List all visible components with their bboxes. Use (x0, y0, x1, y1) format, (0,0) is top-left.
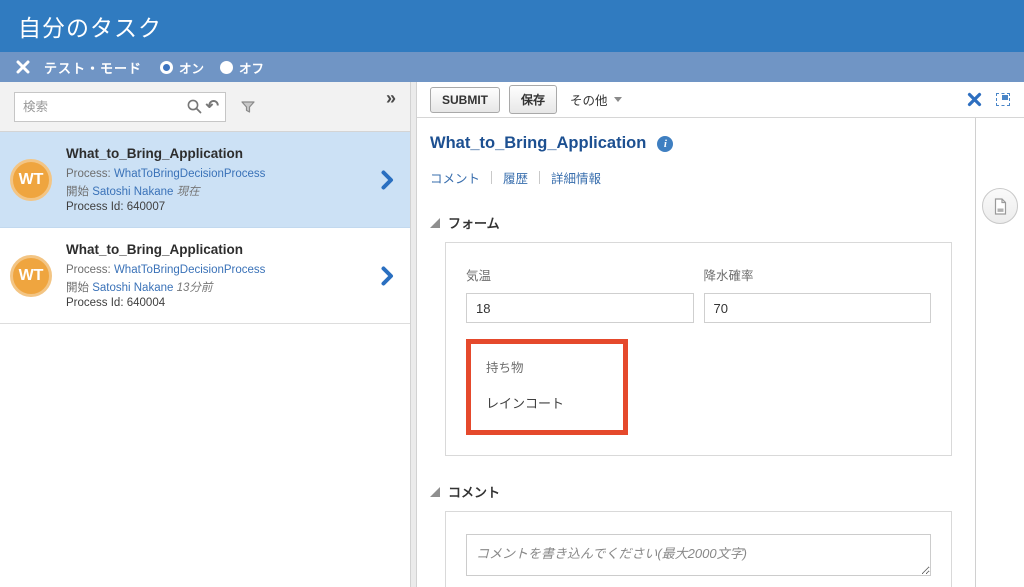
undo-icon[interactable]: ↶ (206, 99, 219, 115)
task-started-row: 開始 Satoshi Nakane 現在 (66, 183, 400, 199)
tab-history[interactable]: 履歴 (503, 168, 528, 187)
submit-button[interactable]: SUBMIT (430, 87, 500, 113)
process-link[interactable]: WhatToBringDecisionProcess (114, 168, 265, 180)
search-input[interactable] (23, 100, 182, 114)
other-menu-label: その他 (570, 90, 608, 109)
process-id-value: 640007 (127, 201, 165, 213)
task-title: What_to_Bring_Application (66, 242, 400, 257)
avatar: WT (10, 159, 52, 201)
comment-panel: @を使用して、コメントを電子メールで送信します: @assignees (担当者… (445, 511, 952, 587)
info-icon[interactable]: i (657, 136, 673, 152)
precipitation-input[interactable] (704, 293, 932, 323)
radio-off-icon[interactable] (220, 61, 233, 74)
task-process-id-row: Process Id: 640004 (66, 297, 400, 309)
task-process-row: Process: WhatToBringDecisionProcess (66, 264, 400, 276)
task-list-item[interactable]: WT What_to_Bring_Application Process: Wh… (0, 132, 410, 228)
process-label: Process: (66, 264, 111, 276)
open-task-chevron-icon[interactable] (381, 266, 394, 286)
task-title: What_to_Bring_Application (66, 146, 400, 161)
main-area: ↶ » WT What_to_Bring_Application Process… (0, 82, 1024, 587)
temperature-label: 気温 (466, 265, 694, 284)
open-task-chevron-icon[interactable] (381, 170, 394, 190)
tab-comments[interactable]: コメント (430, 168, 480, 187)
started-when: 現在 (177, 186, 200, 198)
task-detail-title: What_to_Bring_Application (430, 134, 646, 153)
task-detail-body: What_to_Bring_Application i コメント 履歴 詳細情報… (417, 118, 1024, 587)
form-fields-row: 気温 降水確率 (466, 265, 931, 323)
page-title: 自分のタスク (18, 9, 162, 43)
test-mode-on-option[interactable]: オン (160, 58, 204, 77)
task-process-row: Process: WhatToBringDecisionProcess (66, 168, 400, 180)
started-label: 開始 (66, 282, 89, 294)
tab-separator (491, 171, 492, 184)
collapse-panel-icon[interactable]: » (386, 88, 396, 109)
belongings-label: 持ち物 (486, 357, 608, 376)
task-started-row: 開始 Satoshi Nakane 13分前 (66, 279, 400, 295)
close-test-mode-icon[interactable] (16, 60, 30, 74)
detail-tabs: コメント 履歴 詳細情報 (430, 168, 975, 187)
started-label: 開始 (66, 186, 89, 198)
process-link[interactable]: WhatToBringDecisionProcess (114, 264, 265, 276)
started-by-link[interactable]: Satoshi Nakane (92, 186, 173, 198)
task-title-row: What_to_Bring_Application i (430, 134, 975, 153)
highlighted-belongings-field: 持ち物 レインコート (466, 339, 628, 435)
close-task-icon[interactable] (967, 92, 982, 107)
task-search-bar: ↶ » (0, 82, 410, 132)
dropdown-caret-icon (614, 97, 622, 102)
panel-splitter[interactable] (410, 82, 417, 587)
form-panel: 気温 降水確率 持ち物 レインコート (445, 242, 952, 456)
attachments-button[interactable] (982, 188, 1018, 224)
test-mode-bar: テスト・モード オン オフ (0, 52, 1024, 82)
process-id-label: Process Id: (66, 201, 124, 213)
temperature-input[interactable] (466, 293, 694, 323)
temperature-field: 気温 (466, 265, 694, 323)
radio-off-label: オフ (239, 58, 264, 77)
search-box: ↶ (14, 92, 226, 122)
app-header: 自分のタスク (0, 0, 1024, 52)
disclosure-triangle-icon (430, 218, 440, 228)
task-detail-content: What_to_Bring_Application i コメント 履歴 詳細情報… (417, 118, 975, 587)
tab-separator (539, 171, 540, 184)
task-list: WT What_to_Bring_Application Process: Wh… (0, 132, 410, 324)
comment-section-title: コメント (448, 482, 500, 501)
avatar: WT (10, 255, 52, 297)
search-icon[interactable] (187, 99, 202, 114)
task-toolbar: SUBMIT 保存 その他 (417, 82, 1024, 118)
form-section-title: フォーム (448, 213, 500, 232)
disclosure-triangle-icon (430, 487, 440, 497)
task-info: What_to_Bring_Application Process: WhatT… (66, 242, 400, 309)
app: { "header": { "title": "自分のタスク" }, "test… (0, 0, 1024, 587)
form-section-header[interactable]: フォーム (430, 213, 975, 232)
save-button[interactable]: 保存 (509, 85, 557, 114)
task-list-item[interactable]: WT What_to_Bring_Application Process: Wh… (0, 228, 410, 324)
test-mode-label: テスト・モード (44, 58, 142, 77)
task-detail-panel: SUBMIT 保存 その他 What_to_Bring_Application … (417, 82, 1024, 587)
started-by-link[interactable]: Satoshi Nakane (92, 282, 173, 294)
process-id-label: Process Id: (66, 297, 124, 309)
comment-section-header[interactable]: コメント (430, 482, 975, 501)
radio-on-icon[interactable] (160, 61, 173, 74)
process-id-value: 640004 (127, 297, 165, 309)
precipitation-label: 降水確率 (704, 265, 932, 284)
document-icon (993, 198, 1008, 215)
comment-textarea[interactable] (466, 534, 931, 576)
other-menu[interactable]: その他 (570, 90, 622, 109)
started-when: 13分前 (177, 282, 213, 294)
task-info: What_to_Bring_Application Process: WhatT… (66, 146, 400, 213)
precipitation-field: 降水確率 (704, 265, 932, 323)
right-rail (975, 118, 1024, 587)
belongings-value: レインコート (486, 393, 608, 412)
radio-on-label: オン (179, 58, 204, 77)
detach-icon[interactable] (996, 93, 1010, 106)
process-label: Process: (66, 168, 111, 180)
test-mode-off-option[interactable]: オフ (220, 58, 264, 77)
filter-icon[interactable] (240, 99, 256, 114)
tab-details[interactable]: 詳細情報 (551, 168, 601, 187)
radio-dot (163, 64, 170, 71)
task-process-id-row: Process Id: 640007 (66, 201, 400, 213)
task-list-panel: ↶ » WT What_to_Bring_Application Process… (0, 82, 410, 587)
